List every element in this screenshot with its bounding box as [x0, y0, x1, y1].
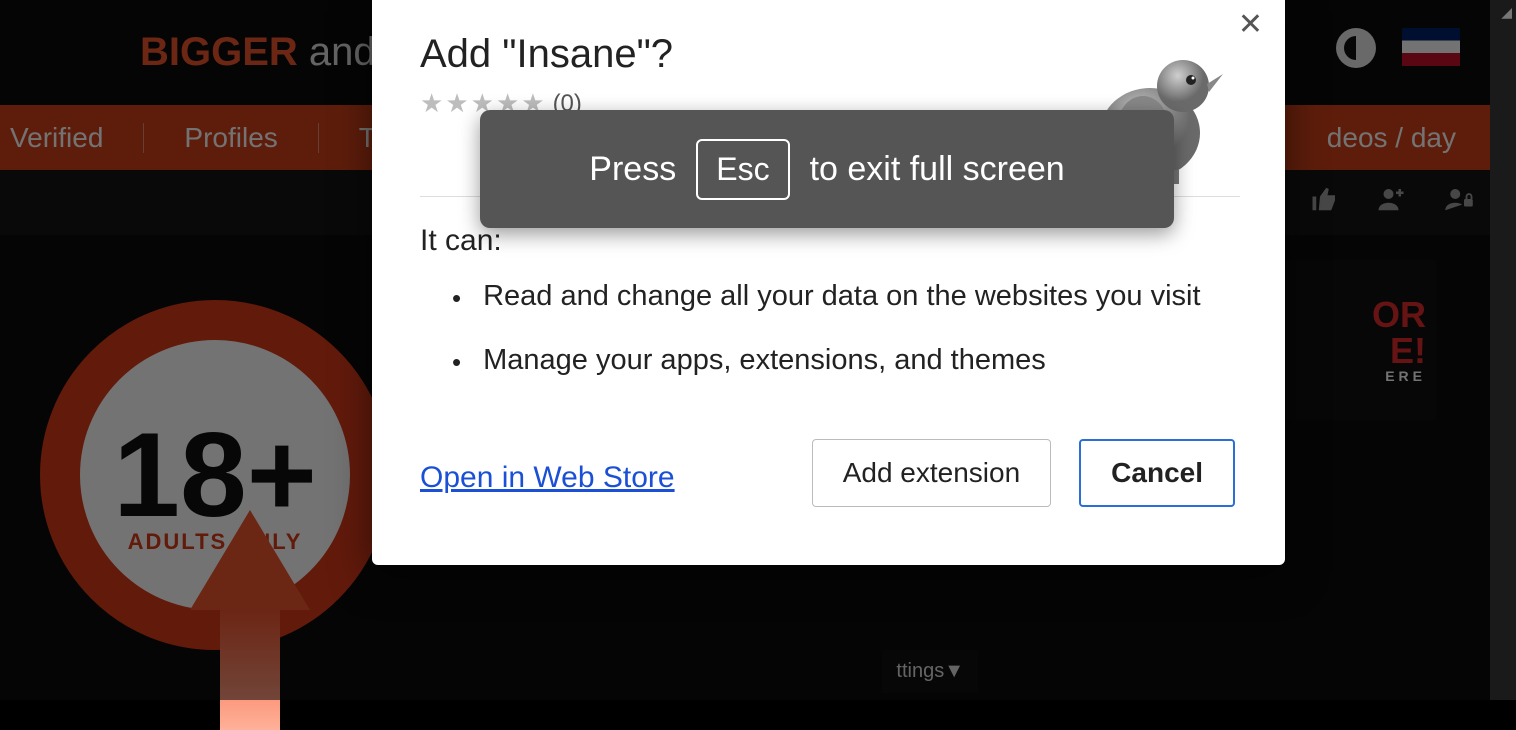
- star-icon: ★: [445, 88, 468, 119]
- dialog-title: Add "Insane"?: [420, 32, 673, 77]
- toast-pre: Press: [589, 150, 676, 189]
- permissions-list: Read and change all your data on the web…: [452, 280, 1201, 408]
- star-icon: ★: [420, 88, 443, 119]
- caret-icon: ◢: [1501, 4, 1512, 21]
- open-in-web-store-link[interactable]: Open in Web Store: [420, 461, 675, 495]
- permission-item: Manage your apps, extensions, and themes: [452, 344, 1201, 380]
- window-gutter: ◢: [1490, 0, 1516, 700]
- permission-item: Read and change all your data on the web…: [452, 280, 1201, 316]
- close-icon[interactable]: ✕: [1238, 10, 1263, 40]
- add-extension-button[interactable]: Add extension: [812, 439, 1051, 507]
- permissions-heading: It can:: [420, 224, 502, 258]
- permission-text: Manage your apps, extensions, and themes: [483, 344, 1046, 377]
- permission-text: Read and change all your data on the web…: [483, 280, 1200, 313]
- toast-post: to exit full screen: [810, 150, 1065, 189]
- esc-key-icon: Esc: [696, 139, 789, 200]
- fullscreen-exit-toast: Press Esc to exit full screen: [480, 110, 1174, 228]
- dialog-buttons: Add extension Cancel: [812, 439, 1235, 507]
- cancel-button[interactable]: Cancel: [1079, 439, 1235, 507]
- extension-install-dialog: ✕ Add "Insane"? ★ ★ ★ ★ ★ (0) It can: Re…: [372, 0, 1285, 565]
